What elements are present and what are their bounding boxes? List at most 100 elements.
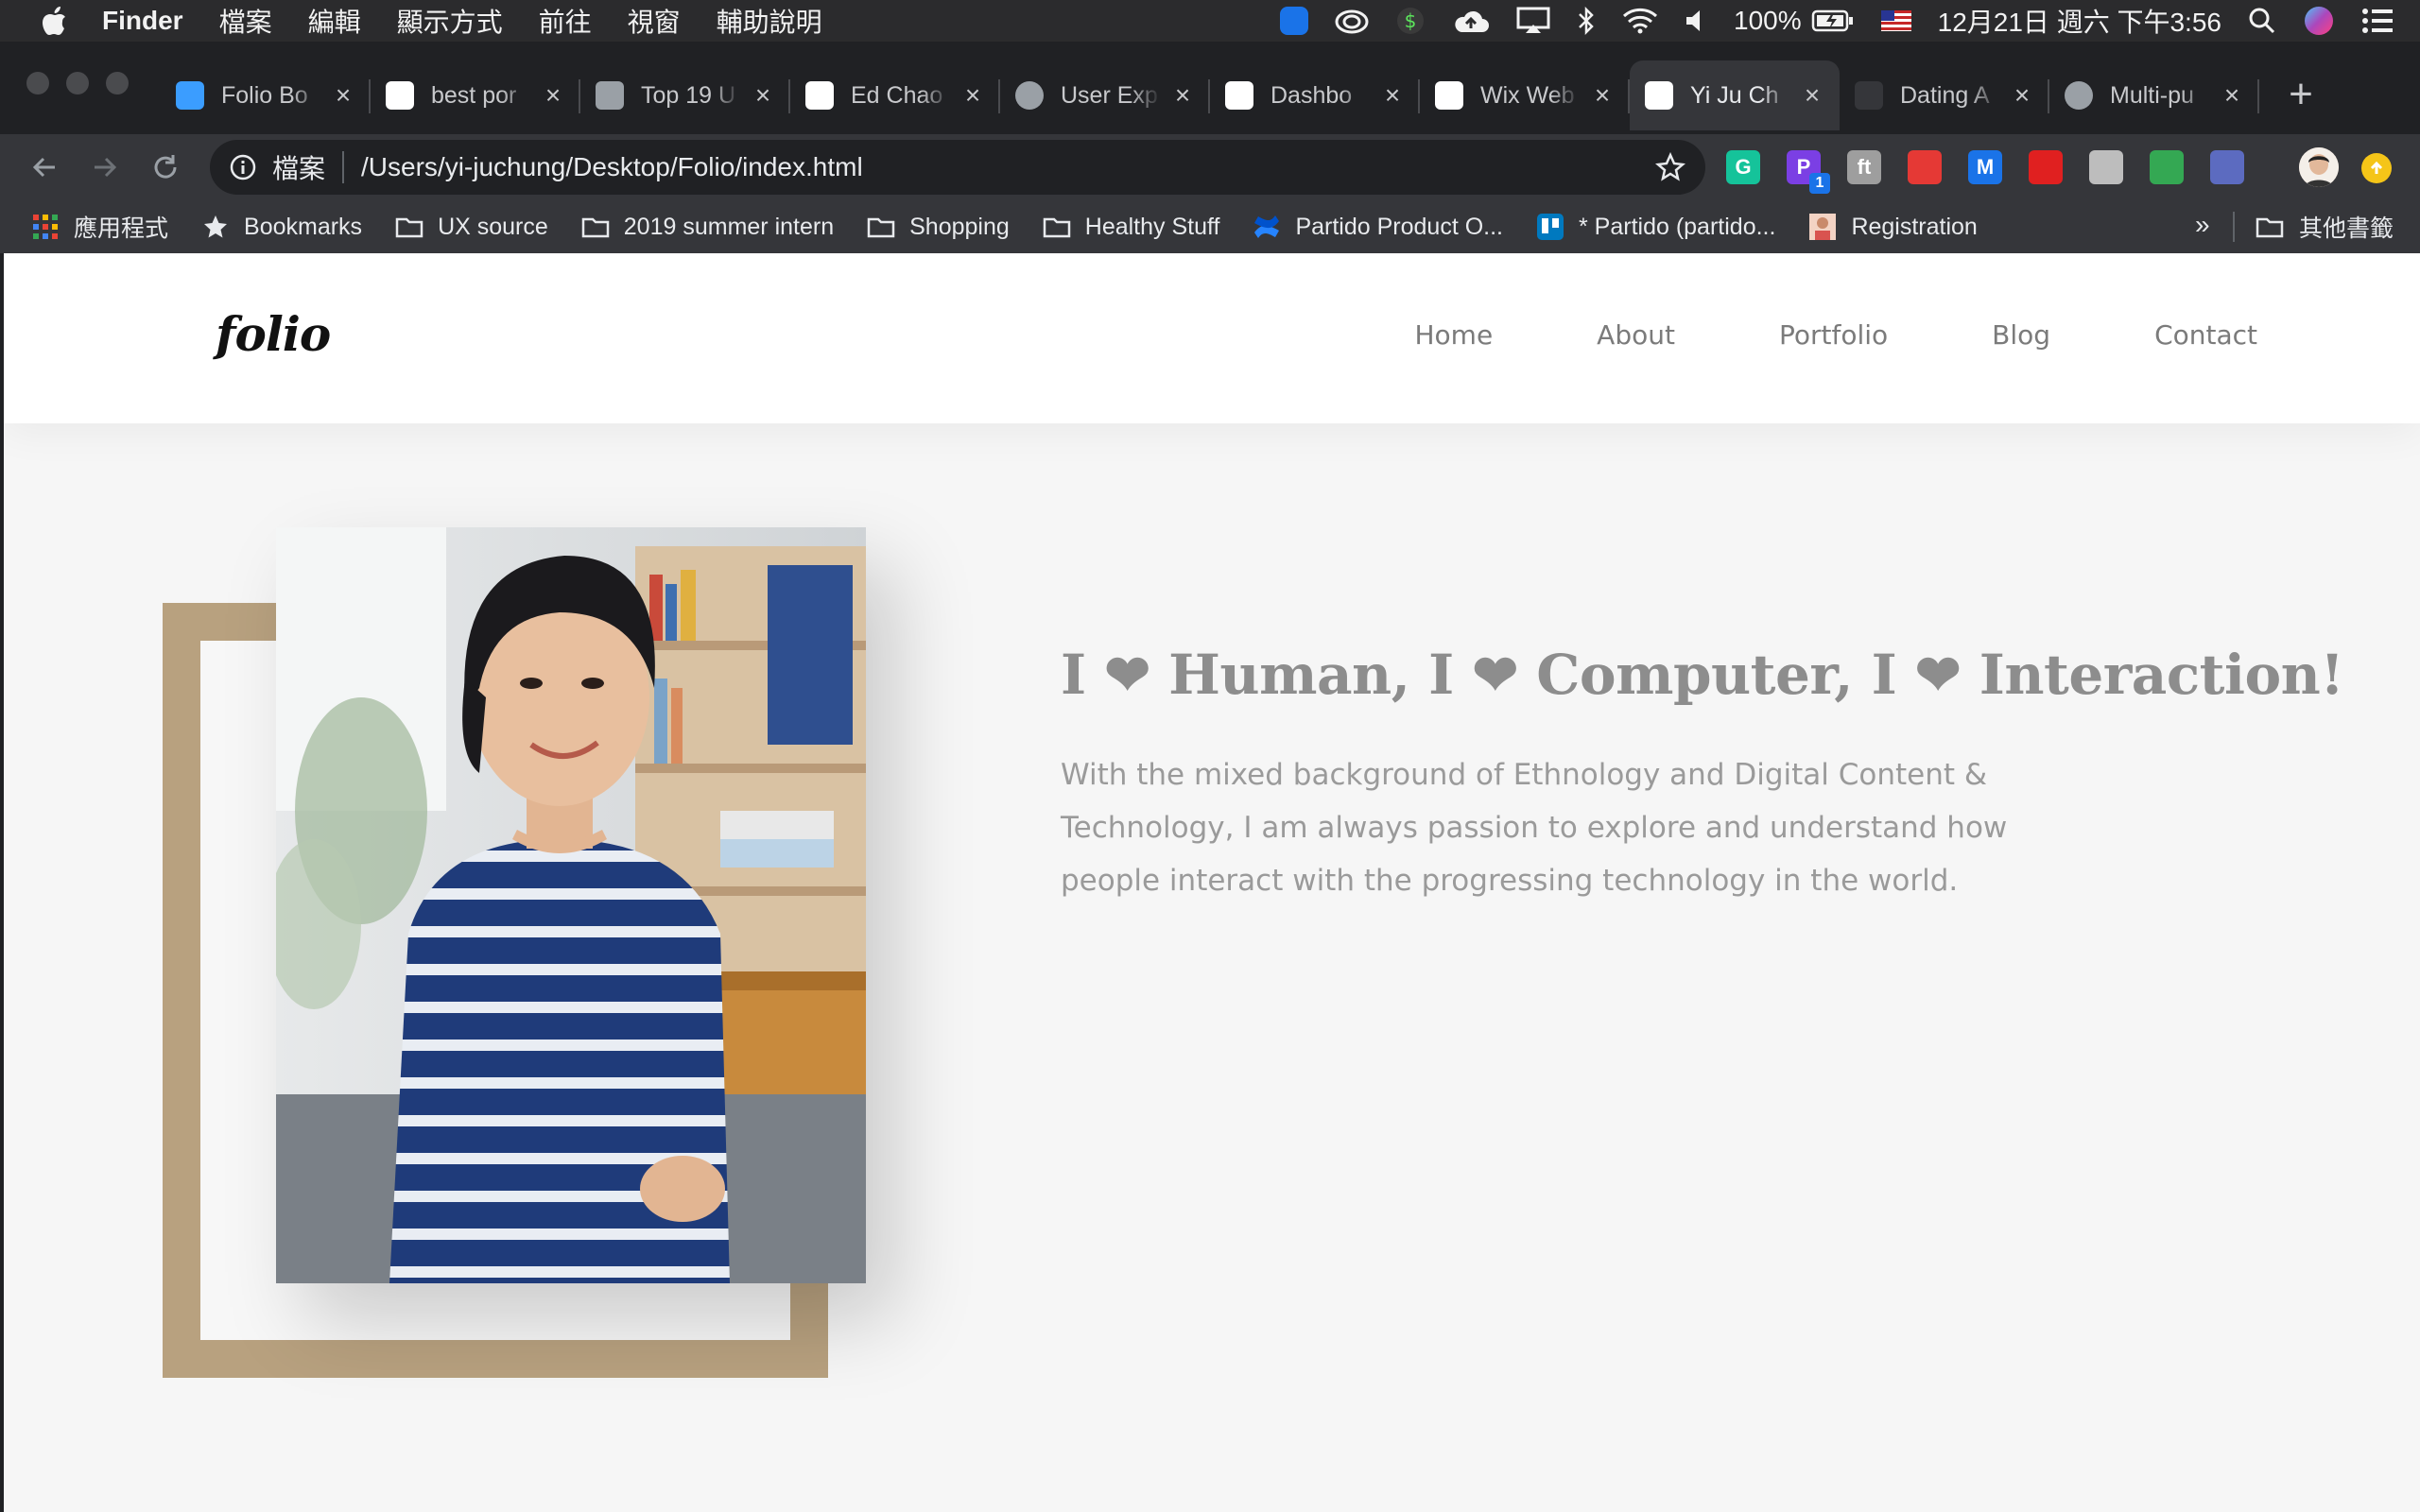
forward-button[interactable] xyxy=(81,144,129,191)
scheme-label: 檔案 xyxy=(272,154,326,183)
close-tab-icon[interactable]: × xyxy=(749,80,777,110)
nav-portfolio[interactable]: Portfolio xyxy=(1779,319,1888,351)
bookmark-item[interactable]: Bookmarks xyxy=(200,212,362,242)
site-logo[interactable]: folio xyxy=(216,306,331,362)
font-extension-icon[interactable]: ft xyxy=(1847,150,1881,184)
browser-tab[interactable]: best por × xyxy=(371,60,580,130)
tab-title: User Exp xyxy=(1061,81,1158,109)
wifi-icon[interactable] xyxy=(1622,0,1658,42)
folder-icon xyxy=(580,212,611,242)
tab-title: Dashbo xyxy=(1270,81,1353,109)
bookmark-item[interactable]: Partido Product O... xyxy=(1252,212,1503,242)
battery-icon[interactable] xyxy=(1811,0,1855,42)
p-extension-icon[interactable]: P1 xyxy=(1787,150,1830,194)
menu-go[interactable]: 前往 xyxy=(539,2,592,40)
other-bookmarks-button[interactable]: 其他書籤 xyxy=(2256,200,2394,253)
teamviewer-icon[interactable] xyxy=(1280,0,1309,42)
volume-icon[interactable] xyxy=(1685,0,1707,42)
bookmark-item[interactable]: 2019 summer intern xyxy=(580,212,834,242)
browser-tab[interactable]: Ed Chao × xyxy=(790,60,1000,130)
profile-avatar[interactable] xyxy=(2299,147,2339,187)
browser-toolbar: 檔案 /Users/yi-juchung/Desktop/Folio/index… xyxy=(0,134,2420,200)
nav-about[interactable]: About xyxy=(1597,319,1675,351)
menu-help[interactable]: 輔助說明 xyxy=(717,2,822,40)
download-icon[interactable] xyxy=(2150,150,2184,184)
browser-tab[interactable]: Top 19 U × xyxy=(580,60,790,130)
close-tab-icon[interactable]: × xyxy=(539,80,567,110)
update-indicator-icon[interactable] xyxy=(2361,153,2392,183)
bookmark-star-icon[interactable] xyxy=(1654,151,1686,183)
bookmark-item[interactable]: * Partido (partido... xyxy=(1535,212,1775,242)
minimize-window-button[interactable] xyxy=(66,72,89,94)
extension-tray: G P 1 ft M xyxy=(1726,144,2271,194)
trello-icon xyxy=(1535,212,1565,242)
menu-file[interactable]: 檔案 xyxy=(219,2,272,40)
bookmark-item[interactable]: Healthy Stuff xyxy=(1042,212,1220,242)
bluetooth-icon[interactable] xyxy=(1577,0,1596,42)
close-tab-icon[interactable]: × xyxy=(959,80,987,110)
bookmark-label: 應用程式 xyxy=(74,215,169,242)
site-info-icon[interactable] xyxy=(229,153,257,181)
browser-tab[interactable]: Dating A × xyxy=(1840,60,2049,130)
cloud-upload-icon[interactable] xyxy=(1452,0,1490,42)
siri-icon[interactable] xyxy=(2303,0,2335,42)
close-tab-icon[interactable]: × xyxy=(1168,80,1197,110)
url-text[interactable]: /Users/yi-juchung/Desktop/Folio/index.ht… xyxy=(361,152,863,182)
creative-cloud-icon[interactable] xyxy=(1335,0,1369,42)
browser-tab[interactable]: User Exp × xyxy=(1000,60,1210,130)
close-tab-icon[interactable]: × xyxy=(2218,80,2246,110)
menu-edit[interactable]: 編輯 xyxy=(308,2,361,40)
menu-view[interactable]: 顯示方式 xyxy=(397,2,503,40)
close-tab-icon[interactable]: × xyxy=(1378,80,1407,110)
close-tab-icon[interactable]: × xyxy=(329,80,357,110)
datetime[interactable]: 12月21日 週六 下午3:56 xyxy=(1938,0,2221,42)
back-button[interactable] xyxy=(21,144,68,191)
tab-title: Multi-pu xyxy=(2110,81,2194,109)
folder-icon xyxy=(1042,212,1072,242)
apps-grid-icon xyxy=(30,212,60,242)
browser-tab[interactable]: Yi Ju Ch × xyxy=(1630,60,1840,130)
bookmark-label: Shopping xyxy=(909,213,1010,240)
bookmark-label: Healthy Stuff xyxy=(1084,213,1220,240)
close-tab-icon[interactable]: × xyxy=(1798,80,1826,110)
spotlight-search-icon[interactable] xyxy=(2248,0,2276,42)
tab-title: best por xyxy=(431,81,517,109)
globe-icon xyxy=(1013,79,1046,112)
app-name[interactable]: Finder xyxy=(102,6,183,36)
airplay-icon[interactable] xyxy=(1516,0,1550,42)
camera-icon[interactable] xyxy=(2089,150,2123,184)
grammarly-icon[interactable]: G xyxy=(1726,150,1760,184)
us-flag-icon[interactable] xyxy=(1880,0,1911,42)
rocket-icon[interactable] xyxy=(2210,150,2244,184)
address-bar[interactable]: 檔案 /Users/yi-juchung/Desktop/Folio/index… xyxy=(210,140,1705,195)
close-tab-icon[interactable]: × xyxy=(2008,80,2036,110)
browser-tab[interactable]: Folio Bo × xyxy=(161,60,371,130)
bookmark-item[interactable]: Shopping xyxy=(866,212,1010,242)
folio-bookmark-icon xyxy=(174,79,206,112)
close-window-button[interactable] xyxy=(26,72,49,94)
zoom-window-button[interactable] xyxy=(106,72,129,94)
bookmarks-overflow-button[interactable]: » xyxy=(2195,210,2210,240)
apple-logo-icon[interactable] xyxy=(36,2,74,40)
bookmark-item[interactable]: Registration xyxy=(1807,212,1978,242)
close-tab-icon[interactable]: × xyxy=(1588,80,1616,110)
notification-center-icon[interactable] xyxy=(2361,0,2394,42)
nav-blog[interactable]: Blog xyxy=(1992,319,2050,351)
new-tab-button[interactable]: + xyxy=(2274,68,2327,121)
bookmark-item[interactable]: UX source xyxy=(394,212,548,242)
headline-part4: Interaction! xyxy=(1961,643,2344,707)
m-extension-icon[interactable]: M xyxy=(1968,150,2002,184)
reload-button[interactable] xyxy=(142,144,189,191)
nav-home[interactable]: Home xyxy=(1414,319,1493,351)
headline-part1: I xyxy=(1061,643,1105,707)
nav-contact[interactable]: Contact xyxy=(2154,319,2257,351)
menu-window[interactable]: 視窗 xyxy=(628,2,681,40)
color-picker-icon[interactable] xyxy=(1908,150,1942,184)
adblock-icon[interactable] xyxy=(2029,150,2063,184)
tab-title: Ed Chao xyxy=(851,81,943,109)
browser-tab[interactable]: Wix Web × xyxy=(1420,60,1630,130)
bookmark-item[interactable]: 應用程式 xyxy=(30,210,168,244)
browser-tab[interactable]: Multi-pu × xyxy=(2049,60,2259,130)
dollar-app-icon[interactable]: $ xyxy=(1395,0,1426,42)
browser-tab[interactable]: Dashbo × xyxy=(1210,60,1420,130)
